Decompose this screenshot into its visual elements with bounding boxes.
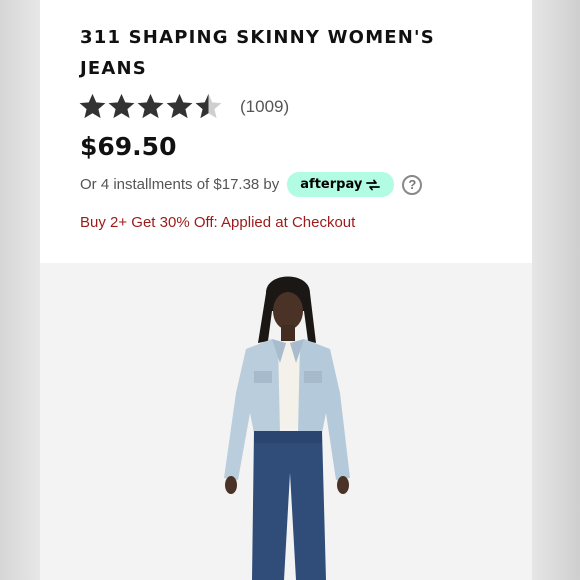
promo-text: Buy 2+ Get 30% Off: Applied at Checkout bbox=[80, 214, 356, 231]
afterpay-badge[interactable]: afterpay bbox=[287, 172, 395, 197]
product-title: 311 SHAPING SKINNY WOMEN'S JEANS bbox=[80, 27, 435, 79]
help-icon[interactable]: ? bbox=[402, 174, 423, 195]
star-icon bbox=[108, 93, 135, 119]
installments-text: Or 4 installments of $17.38 by bbox=[80, 176, 280, 193]
left-backdrop bbox=[0, 0, 40, 580]
star-icon bbox=[79, 93, 106, 119]
review-count[interactable]: (1009) bbox=[240, 97, 289, 117]
product-image[interactable] bbox=[40, 263, 532, 580]
star-rating bbox=[78, 92, 223, 121]
right-backdrop bbox=[532, 0, 580, 580]
product-price: $69.50 bbox=[80, 132, 177, 161]
installments-row: Or 4 installments of $17.38 by afterpay … bbox=[80, 172, 423, 197]
product-card: 311 SHAPING SKINNY WOMEN'S JEANS (1009) … bbox=[40, 0, 532, 580]
star-icon bbox=[166, 93, 193, 119]
model-photo bbox=[224, 276, 350, 580]
afterpay-arrows-icon bbox=[366, 179, 381, 190]
rating-row[interactable]: (1009) bbox=[78, 92, 289, 121]
afterpay-label: afterpay bbox=[300, 177, 363, 192]
star-icon bbox=[137, 93, 164, 119]
star-half-icon bbox=[195, 93, 222, 119]
